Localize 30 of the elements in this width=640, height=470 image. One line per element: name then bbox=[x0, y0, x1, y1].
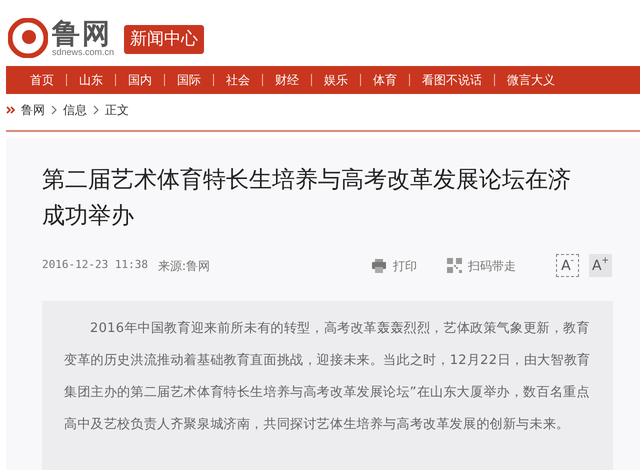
article-title: 第二届艺术体育特长生培养与高考改革发展论坛在济成功举办 bbox=[42, 166, 572, 231]
printer-icon bbox=[371, 258, 387, 274]
chevron-right-icon bbox=[51, 105, 57, 115]
print-button[interactable]: 打印 bbox=[371, 256, 417, 274]
increase-font-button[interactable]: A+ bbox=[589, 254, 612, 277]
article-source: 来源:鲁网 bbox=[158, 258, 210, 274]
logo-icon bbox=[8, 18, 48, 58]
nav-link[interactable]: 看图不说话 bbox=[422, 71, 482, 89]
nav-link[interactable]: 娱乐 bbox=[324, 71, 348, 89]
nav-link[interactable]: 财经 bbox=[275, 71, 299, 89]
section-badge: 新闻中心 bbox=[124, 24, 204, 54]
nav-link[interactable]: 山东 bbox=[79, 71, 103, 89]
nav-link[interactable]: 国内 bbox=[128, 71, 152, 89]
qr-code-button[interactable]: 扫码带走 bbox=[447, 256, 516, 274]
nav-link[interactable]: 国际 bbox=[177, 71, 201, 89]
chevron-right-icon bbox=[93, 105, 99, 115]
breadcrumb-link[interactable]: 正文 bbox=[105, 101, 129, 119]
nav-link[interactable]: 微言大义 bbox=[507, 71, 555, 89]
logo-domain: sdnews.com.cn bbox=[52, 48, 114, 56]
nav-link[interactable]: 首页 bbox=[30, 71, 54, 89]
summary-text: 2016年中国教育迎来前所未有的转型，高考改革轰轰烈烈，艺体政策气象更新，教育变革的历史洪流推动着基础教育直面挑战，迎接未来。当此之时，12月22日，由大智教育集团主办的第二届艺术体育特长生培养与高考改革发展论坛”在山东大厦举办，数百名重点高中及艺校负责人齐聚泉城济南，共同探讨艺体生培养与高考改革发展的创新与未来。 bbox=[64, 320, 592, 434]
nav-link[interactable]: 社会 bbox=[226, 71, 250, 89]
logo-text: 鲁网 bbox=[52, 20, 112, 48]
qr-code-icon bbox=[447, 258, 462, 273]
publish-date: 2016-12-23 11:38 bbox=[42, 257, 148, 274]
breadcrumb-link[interactable]: 鲁网 bbox=[21, 101, 45, 119]
breadcrumb-link[interactable]: 信息 bbox=[63, 101, 87, 119]
double-chevron-icon bbox=[6, 106, 15, 114]
nav-link[interactable]: 体育 bbox=[373, 71, 397, 89]
decrease-font-button[interactable]: A- bbox=[556, 254, 579, 277]
